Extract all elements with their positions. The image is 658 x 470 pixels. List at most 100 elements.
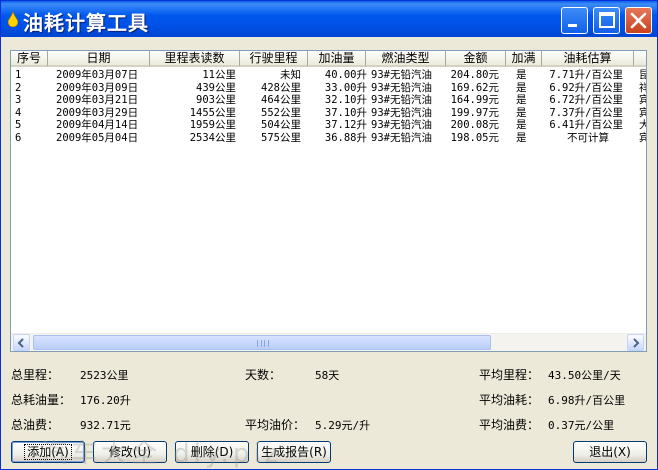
cell-amount: 164.99元 (450, 94, 499, 106)
cell-date: 2009年03月21日 (56, 94, 139, 106)
col-header-amount[interactable]: 金额 (446, 51, 506, 67)
maximize-button[interactable] (593, 7, 620, 34)
cell-odometer: 903公里 (196, 94, 236, 106)
list-rows: 1 2009年03月07日 11公里 未知 40.00升 93#无铅汽油 204… (11, 69, 646, 145)
cell-fuel-type: 93#无铅汽油 (371, 106, 432, 119)
total-cost-value: 932.71元 (80, 419, 131, 432)
avg-consumption-value: 6.98升/百公里 (548, 394, 626, 407)
table-row[interactable]: 2 2009年03月09日 439公里 428公里 33.00升 93#无铅汽油… (11, 81, 646, 95)
close-button[interactable] (625, 7, 652, 34)
app-window: 油耗计算工具 序号 日期 里程表读数 行驶里程 加油量 燃油类型 金额 加满 油… (0, 0, 658, 470)
list-header: 序号 日期 里程表读数 行驶里程 加油量 燃油类型 金额 加满 油耗估算 加 (11, 51, 646, 68)
cell-no: 1 (15, 69, 22, 81)
cell-odometer: 439公里 (196, 81, 236, 94)
cell-fuel: 40.00升 (324, 69, 367, 81)
col-header-full[interactable]: 加满 (506, 51, 542, 67)
cell-distance: 未知 (280, 69, 301, 81)
col-header-distance[interactable]: 行驶里程 (240, 51, 308, 67)
col-header-fuel[interactable]: 加油量 (308, 51, 366, 67)
cell-date: 2009年05月04日 (56, 131, 139, 144)
cell-distance: 575公里 (261, 131, 301, 144)
cell-amount: 198.05元 (450, 131, 499, 144)
cell-fuel-type: 93#无铅汽油 (371, 119, 432, 131)
cell-estimate: 6.41升/百公里 (549, 119, 623, 131)
cell-full: 是 (516, 94, 527, 106)
avg-price-value: 5.29元/升 (315, 419, 371, 432)
total-fuel-value: 176.20升 (80, 394, 131, 407)
cell-date: 2009年04月14日 (56, 119, 139, 131)
col-header-no[interactable]: 序号 (11, 51, 48, 67)
cell-extra: 宾 (639, 107, 646, 120)
chevron-left-icon (17, 338, 24, 348)
cell-extra: 大 (639, 119, 646, 132)
cell-amount: 169.62元 (450, 81, 499, 94)
cell-estimate: 6.72升/百公里 (549, 94, 623, 106)
total-fuel-label: 总耗油量： (11, 393, 72, 407)
avg-price-label: 平均油价： (245, 418, 306, 432)
total-distance-value: 2523公里 (80, 369, 129, 382)
cell-no: 5 (15, 119, 22, 131)
cell-extra: 祥 (639, 82, 646, 95)
cell-full: 是 (516, 131, 527, 144)
cell-no: 4 (15, 106, 22, 119)
avg-cost-label: 平均油费： (479, 418, 540, 432)
table-row[interactable]: 5 2009年04月14日 1959公里 504公里 37.12升 93#无铅汽… (11, 119, 646, 132)
scroll-thumb[interactable] (33, 335, 491, 350)
avg-consumption-label: 平均油耗： (479, 393, 540, 407)
cell-distance: 504公里 (261, 119, 301, 131)
chevron-right-icon (633, 338, 640, 348)
title-bar[interactable]: 油耗计算工具 (1, 1, 657, 37)
col-header-estimate[interactable]: 油耗估算 (542, 51, 634, 67)
fuel-drop-icon (8, 11, 18, 27)
cell-fuel: 37.10升 (324, 106, 367, 119)
cell-distance: 464公里 (261, 94, 301, 106)
cell-fuel: 36.88升 (324, 131, 367, 144)
total-cost-label: 总油费： (11, 418, 60, 432)
cell-amount: 200.08元 (450, 119, 499, 131)
cell-distance: 428公里 (261, 81, 301, 94)
grip-icon (257, 340, 269, 347)
edit-button[interactable]: 修改(U) (93, 441, 167, 463)
col-header-fuel-type[interactable]: 燃油类型 (366, 51, 446, 67)
scroll-left-button[interactable] (13, 334, 30, 351)
exit-button[interactable]: 退出(X) (573, 441, 647, 463)
avg-cost-value: 0.37元/公里 (548, 419, 615, 432)
cell-no: 3 (15, 94, 22, 106)
minimize-button[interactable] (561, 7, 588, 34)
table-row[interactable]: 3 2009年03月21日 903公里 464公里 32.10升 93#无铅汽油… (11, 94, 646, 107)
cell-extra: 宾 (639, 94, 646, 107)
col-header-date[interactable]: 日期 (48, 51, 150, 67)
cell-fuel-type: 93#无铅汽油 (371, 94, 432, 106)
cell-date: 2009年03月29日 (56, 106, 139, 119)
table-row[interactable]: 6 2009年05月04日 2534公里 575公里 36.88升 93#无铅汽… (11, 131, 646, 145)
cell-fuel: 37.12升 (324, 119, 367, 131)
horizontal-scrollbar[interactable] (11, 333, 646, 351)
cell-amount: 199.97元 (450, 106, 499, 119)
total-distance-label: 总里程： (11, 368, 60, 382)
cell-estimate: 不可计算 (567, 131, 609, 144)
window-title: 油耗计算工具 (23, 11, 149, 35)
cell-odometer: 1959公里 (189, 119, 236, 131)
delete-button[interactable]: 删除(D) (175, 441, 249, 463)
table-row[interactable]: 4 2009年03月29日 1455公里 552公里 37.10升 93#无铅汽… (11, 106, 646, 120)
add-button[interactable]: 添加(A) (11, 441, 85, 463)
cell-fuel-type: 93#无铅汽油 (371, 81, 432, 94)
cell-extra: 昆 (639, 69, 646, 82)
avg-distance-label: 平均里程： (479, 368, 540, 382)
cell-distance: 552公里 (261, 106, 301, 119)
cell-estimate: 7.37升/百公里 (549, 106, 623, 119)
cell-odometer: 11公里 (202, 69, 236, 81)
col-header-odometer[interactable]: 里程表读数 (150, 51, 240, 67)
cell-fuel: 33.00升 (324, 81, 367, 94)
table-row[interactable]: 1 2009年03月07日 11公里 未知 40.00升 93#无铅汽油 204… (11, 69, 646, 82)
cell-fuel-type: 93#无铅汽油 (371, 69, 432, 81)
minimize-icon (568, 24, 577, 27)
scroll-right-button[interactable] (627, 334, 644, 351)
cell-no: 2 (15, 81, 22, 94)
fuel-record-list[interactable]: 序号 日期 里程表读数 行驶里程 加油量 燃油类型 金额 加满 油耗估算 加 1… (10, 50, 647, 352)
cell-date: 2009年03月09日 (56, 81, 139, 94)
cell-full: 是 (516, 69, 527, 81)
generate-report-button[interactable]: 生成报告(R) (257, 441, 331, 463)
cell-fuel: 32.10升 (324, 94, 367, 106)
col-header-extra[interactable]: 加 (634, 51, 646, 67)
